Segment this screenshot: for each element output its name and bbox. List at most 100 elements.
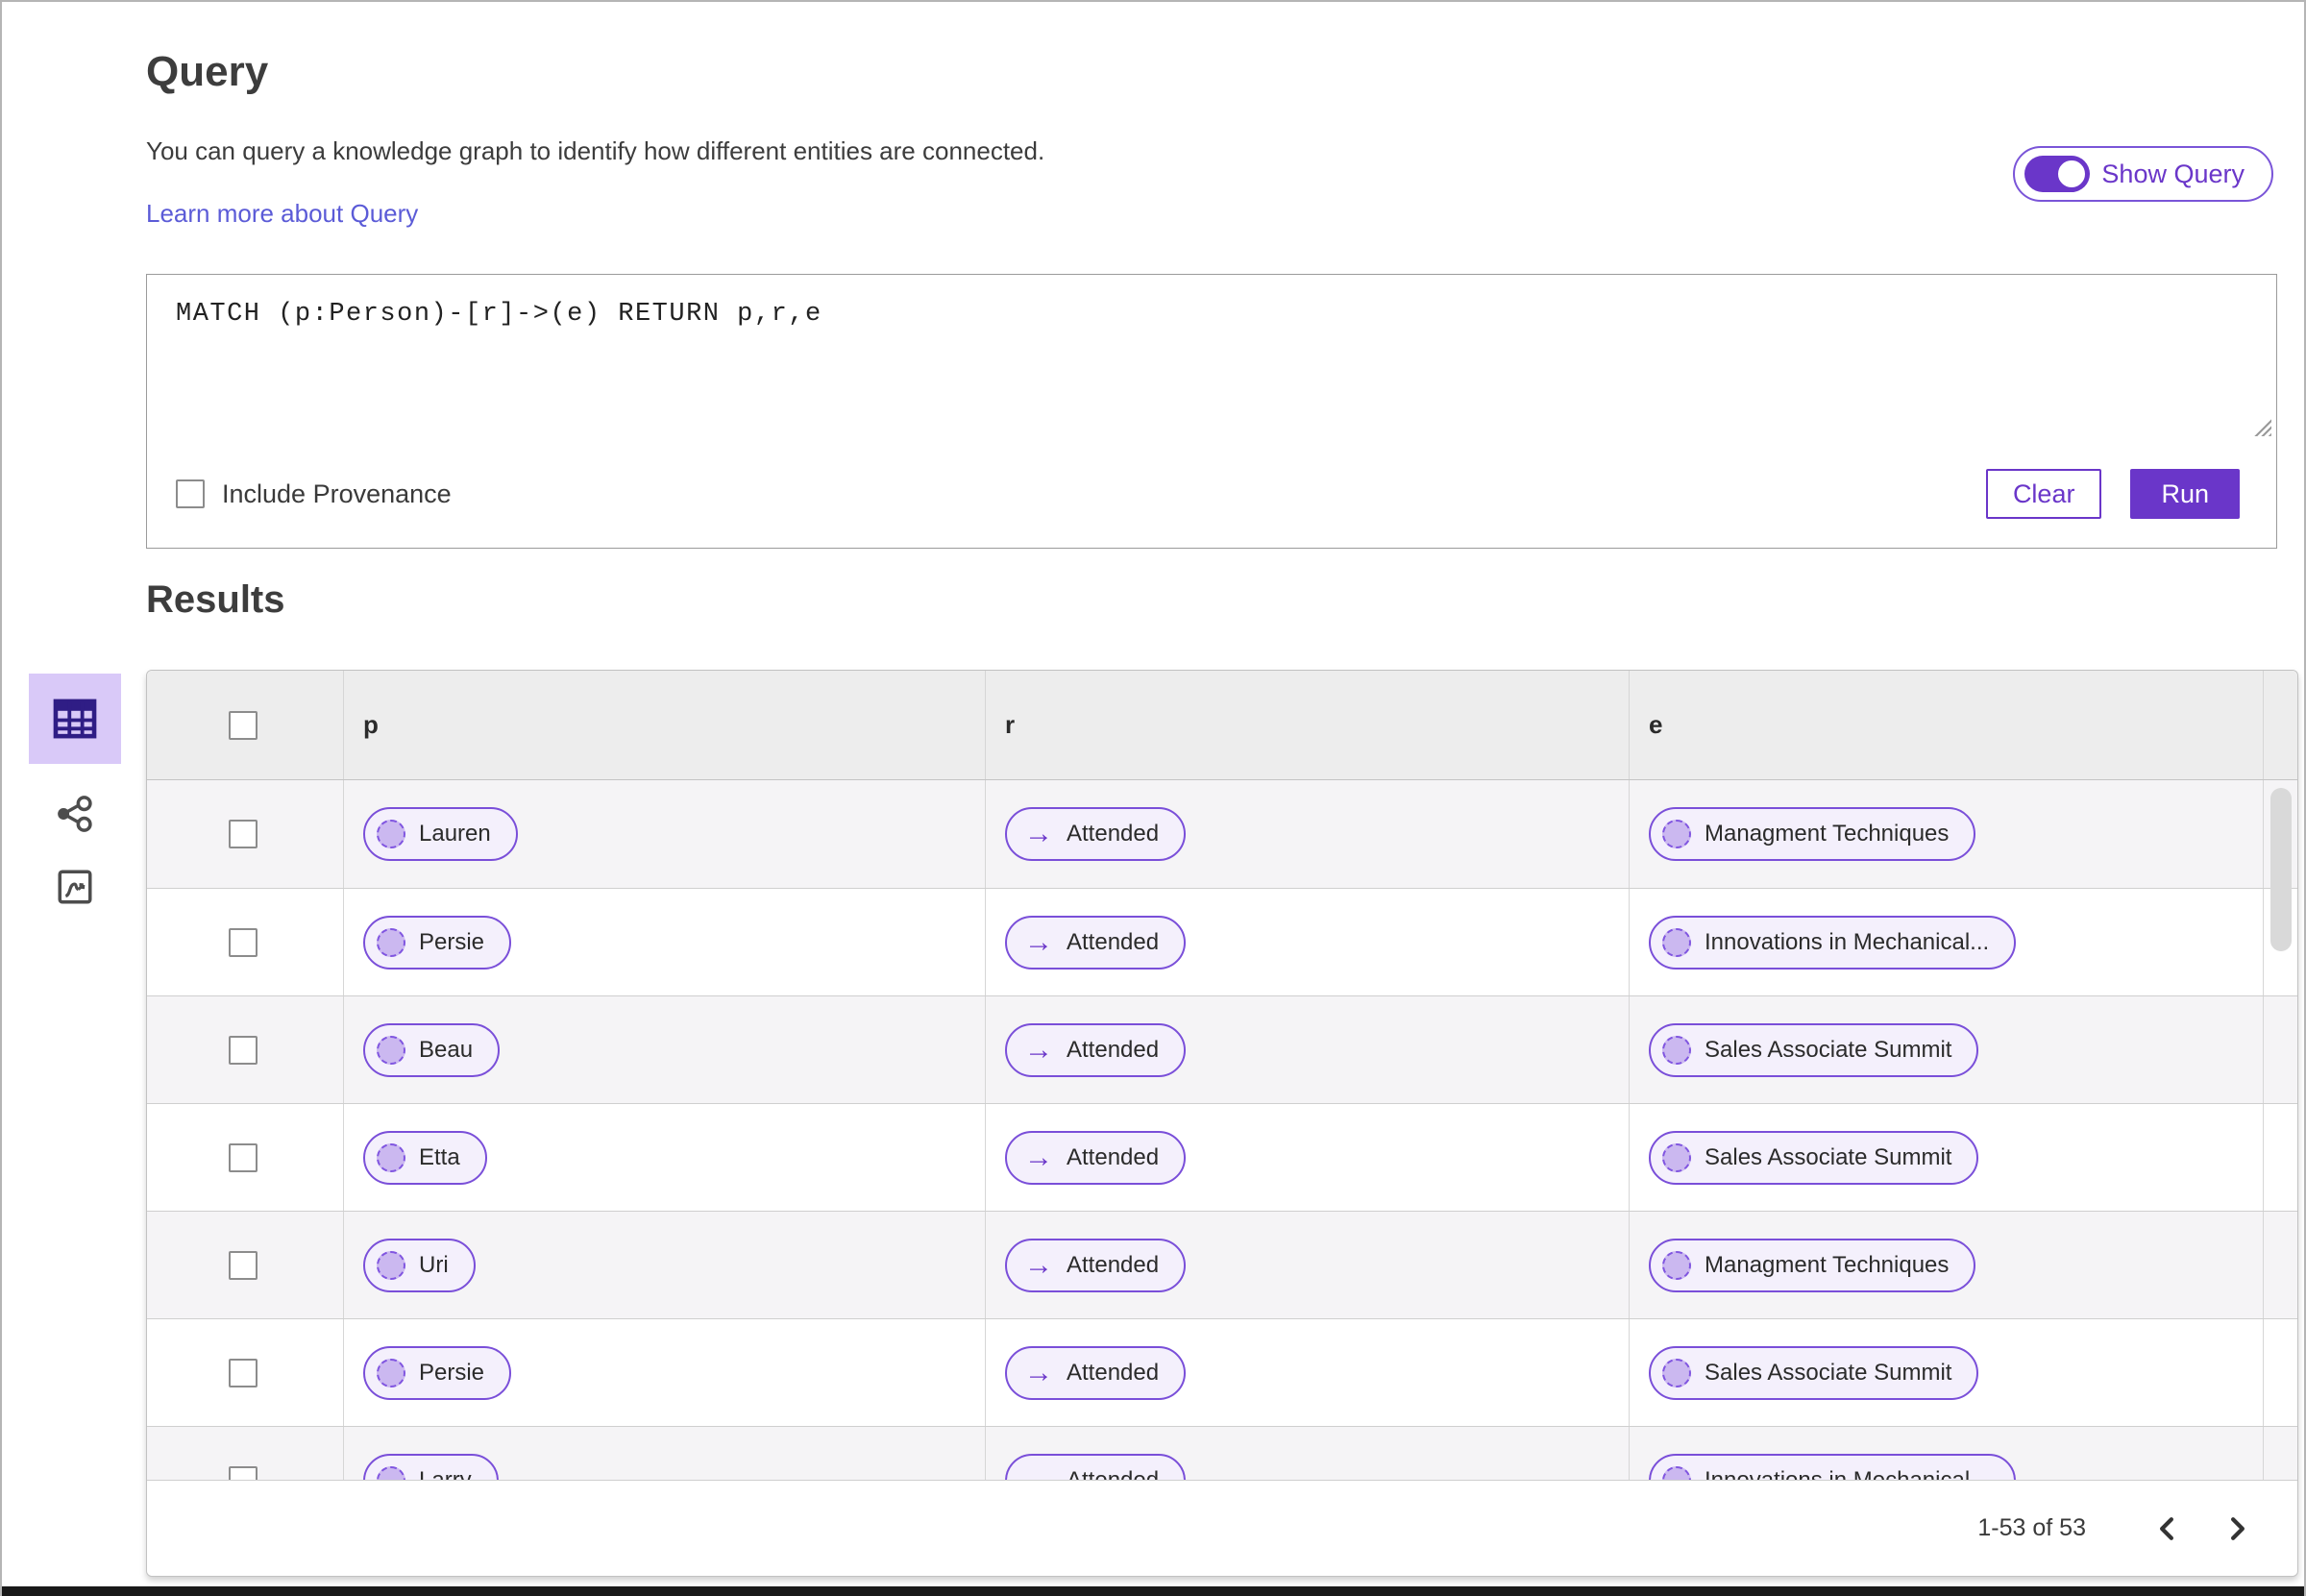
column-header-r: r: [985, 671, 1629, 779]
results-table-viewport: p r e Lauren → Attended Managment Techni…: [147, 671, 2297, 1480]
cell-e: Sales Associate Summit: [1629, 1319, 2263, 1426]
row-checkbox[interactable]: [229, 1465, 258, 1480]
edge-pill[interactable]: → Attended: [1005, 915, 1187, 970]
vertical-scrollbar[interactable]: [2270, 788, 2292, 951]
node-icon: [377, 1035, 405, 1065]
node-pill[interactable]: Etta: [363, 1130, 487, 1185]
node-icon: [1662, 1250, 1691, 1280]
node-pill[interactable]: Persie: [363, 915, 512, 970]
show-query-toggle[interactable]: Show Query: [2013, 146, 2273, 202]
run-button[interactable]: Run: [2130, 469, 2240, 519]
node-pill[interactable]: Beau: [363, 1022, 501, 1077]
cell-e: Innovations in Mechanical...: [1629, 889, 2263, 995]
include-provenance-option[interactable]: Include Provenance: [176, 479, 452, 509]
toggle-on-icon[interactable]: [2024, 156, 2091, 192]
cell-r: → Attended: [985, 1319, 1629, 1426]
node-icon: [377, 1358, 405, 1387]
toggle-knob: [2056, 159, 2088, 189]
include-provenance-checkbox[interactable]: [176, 479, 205, 508]
arrow-right-icon: →: [1024, 1248, 1053, 1281]
node-pill[interactable]: Larry: [363, 1453, 499, 1480]
arrow-right-icon: →: [1024, 818, 1053, 849]
node-pill[interactable]: Lauren: [363, 807, 518, 861]
row-checkbox-cell: [147, 889, 343, 995]
node-pill[interactable]: Sales Associate Summit: [1649, 1022, 1979, 1077]
row-scrollbar-spacer: [2263, 996, 2297, 1103]
cell-r: → Attended: [985, 996, 1629, 1103]
cell-e: Innovations in Mechanical...: [1629, 1427, 2263, 1480]
cell-r: → Attended: [985, 1212, 1629, 1318]
cell-p: Uri: [343, 1212, 985, 1318]
graph-view-button[interactable]: [29, 791, 121, 837]
table-view-button[interactable]: [29, 674, 121, 764]
edge-pill[interactable]: → Attended: [1005, 1345, 1187, 1400]
chevron-left-icon: [2160, 1516, 2173, 1540]
row-checkbox[interactable]: [229, 1142, 258, 1172]
cell-p: Etta: [343, 1104, 985, 1211]
map-view-button[interactable]: [29, 864, 121, 910]
clear-button[interactable]: Clear: [1985, 469, 2102, 519]
node-pill[interactable]: Sales Associate Summit: [1649, 1345, 1979, 1400]
edge-pill[interactable]: → Attended: [1005, 1453, 1187, 1480]
table-view-icon: [53, 699, 97, 739]
node-icon: [377, 1250, 405, 1280]
arrow-right-icon: →: [1024, 1463, 1053, 1480]
column-header-e: e: [1629, 671, 2263, 779]
node-pill[interactable]: Persie: [363, 1345, 512, 1400]
show-query-label: Show Query: [2101, 159, 2245, 188]
cell-r: → Attended: [985, 889, 1629, 995]
node-pill[interactable]: Sales Associate Summit: [1649, 1130, 1979, 1185]
cell-r: → Attended: [985, 780, 1629, 888]
select-all-checkbox[interactable]: [229, 710, 258, 740]
row-checkbox[interactable]: [229, 927, 258, 957]
cell-r: → Attended: [985, 1104, 1629, 1211]
node-icon: [1662, 1358, 1691, 1387]
header-checkbox-cell: [147, 671, 343, 779]
row-checkbox[interactable]: [229, 1250, 258, 1280]
node-icon: [377, 927, 405, 957]
row-checkbox-cell: [147, 1104, 343, 1211]
table-header-row: p r e: [147, 671, 2297, 780]
row-scrollbar-spacer: [2263, 1427, 2297, 1480]
row-scrollbar-spacer: [2263, 1104, 2297, 1211]
node-pill[interactable]: Managment Techniques: [1649, 1238, 1976, 1292]
page-description: You can query a knowledge graph to ident…: [146, 136, 1045, 165]
arrow-right-icon: →: [1024, 925, 1053, 958]
cell-e: Sales Associate Summit: [1629, 996, 2263, 1103]
node-pill[interactable]: Uri: [363, 1238, 476, 1292]
query-input[interactable]: MATCH (p:Person)-[r]->(e) RETURN p,r,e: [147, 275, 2276, 440]
row-checkbox-cell: [147, 1427, 343, 1480]
row-checkbox-cell: [147, 780, 343, 888]
row-checkbox[interactable]: [229, 1358, 258, 1387]
query-editor-panel: MATCH (p:Person)-[r]->(e) RETURN p,r,e I…: [146, 274, 2277, 549]
header-scrollbar-spacer: [2263, 671, 2297, 779]
results-view-switcher: [29, 674, 121, 910]
node-icon: [1662, 1035, 1691, 1065]
row-checkbox-cell: [147, 996, 343, 1103]
query-controls: Include Provenance Clear Run: [147, 440, 2276, 548]
table-row: Etta → Attended Sales Associate Summit: [147, 1103, 2297, 1211]
edge-pill[interactable]: → Attended: [1005, 1130, 1187, 1185]
previous-page-button[interactable]: [2146, 1508, 2188, 1550]
table-row: Larry → Attended Innovations in Mechanic…: [147, 1426, 2297, 1480]
row-checkbox[interactable]: [229, 1035, 258, 1065]
row-checkbox[interactable]: [229, 820, 258, 848]
edge-pill[interactable]: → Attended: [1005, 807, 1187, 861]
node-pill[interactable]: Innovations in Mechanical...: [1649, 1453, 2017, 1480]
node-icon: [377, 1465, 405, 1480]
results-heading: Results: [146, 578, 285, 621]
node-pill[interactable]: Managment Techniques: [1649, 807, 1976, 861]
node-icon: [377, 820, 405, 848]
row-checkbox-cell: [147, 1319, 343, 1426]
node-pill[interactable]: Innovations in Mechanical...: [1649, 915, 2017, 970]
learn-more-link[interactable]: Learn more about Query: [146, 199, 418, 229]
column-header-p: p: [343, 671, 985, 779]
row-scrollbar-spacer: [2263, 1212, 2297, 1318]
cell-e: Managment Techniques: [1629, 780, 2263, 888]
table-row: Persie → Attended Sales Associate Summit: [147, 1318, 2297, 1426]
cell-p: Beau: [343, 996, 985, 1103]
next-page-button[interactable]: [2217, 1508, 2259, 1550]
edge-pill[interactable]: → Attended: [1005, 1238, 1187, 1292]
table-row: Lauren → Attended Managment Techniques: [147, 780, 2297, 888]
edge-pill[interactable]: → Attended: [1005, 1022, 1187, 1077]
